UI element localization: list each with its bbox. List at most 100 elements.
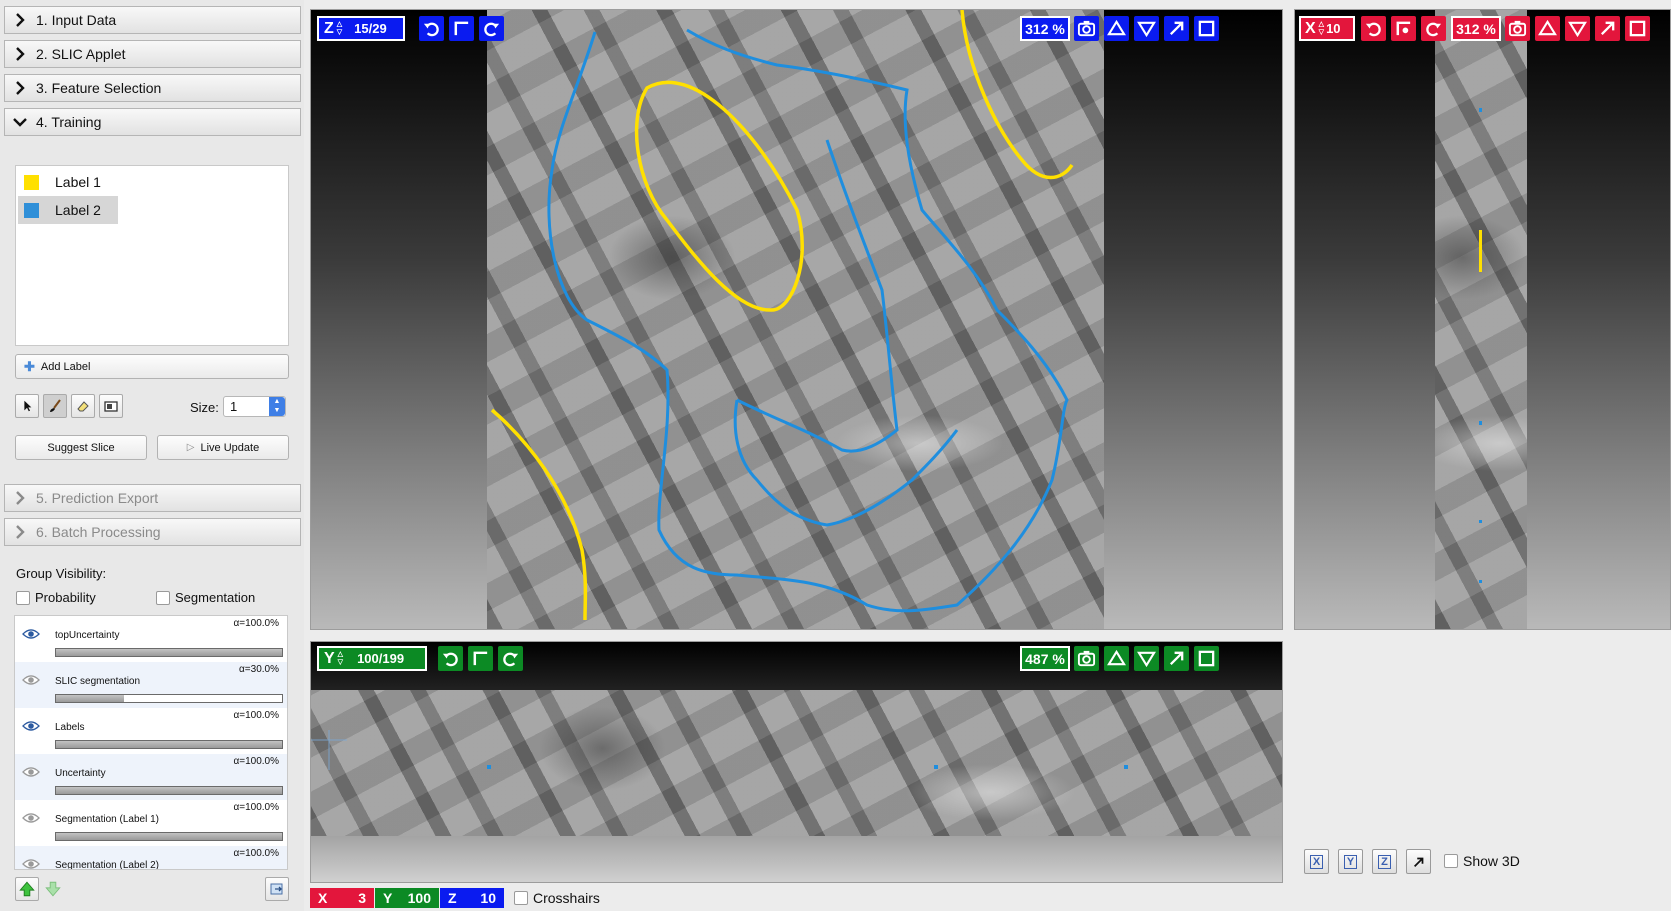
crosshairs-toggle[interactable]: Crosshairs: [514, 890, 600, 906]
y-slice-up-button[interactable]: [1104, 646, 1129, 671]
z-undo-button[interactable]: [419, 16, 444, 41]
move-layer-up-button[interactable]: [15, 877, 39, 901]
x-slice-up-button[interactable]: [1535, 16, 1560, 41]
y-annotation-overlay: [311, 730, 1128, 770]
segmentation-toggle[interactable]: Segmentation: [156, 590, 255, 605]
crosshairs-checkbox[interactable]: [514, 891, 528, 905]
suggest-slice-button[interactable]: Suggest Slice: [15, 435, 147, 460]
rectangle-icon: [104, 401, 118, 412]
eraser-tool-button[interactable]: [71, 394, 95, 418]
label-item-2[interactable]: Label 2: [18, 196, 118, 224]
y-slice-image[interactable]: [311, 690, 1282, 836]
z-maximize-button[interactable]: [1164, 16, 1189, 41]
z-redo-button[interactable]: [479, 16, 504, 41]
layer-name: Segmentation (Label 2): [55, 860, 159, 870]
applet-prediction-export[interactable]: 5. Prediction Export: [4, 484, 301, 512]
slice-spin-arrows-icon[interactable]: △ ▽: [337, 21, 342, 37]
layer-row[interactable]: SLIC segmentation α=30.0%: [15, 662, 287, 708]
layer-opacity-slider[interactable]: [55, 648, 283, 657]
z-slice-down-button[interactable]: [1134, 16, 1159, 41]
layer-opacity-slider[interactable]: [55, 832, 283, 841]
add-label-button[interactable]: ✚ Add Label: [15, 354, 289, 379]
eye-icon[interactable]: [22, 628, 40, 640]
x-maximize-button[interactable]: [1595, 16, 1620, 41]
x-view-button[interactable]: X: [1304, 849, 1329, 874]
x-slice-viewer[interactable]: X △ ▽ 10 312 %: [1294, 9, 1671, 630]
y-slice-counter: 100/199: [357, 651, 405, 666]
x-fullscreen-button[interactable]: [1625, 16, 1650, 41]
y-screenshot-button[interactable]: [1074, 646, 1099, 671]
layer-row[interactable]: Segmentation (Label 2) α=100.0%: [15, 846, 287, 870]
z-axis-slice-selector[interactable]: Z △ ▽ 15/29: [317, 16, 405, 41]
layer-opacity-slider[interactable]: [55, 786, 283, 795]
label-color-swatch[interactable]: [24, 174, 39, 190]
x-redo-button[interactable]: [1421, 16, 1446, 41]
probability-checkbox[interactable]: [16, 590, 30, 605]
move-layer-down-button[interactable]: [41, 877, 65, 901]
eye-icon[interactable]: [22, 812, 40, 824]
slice-spin-arrows-icon[interactable]: △ ▽: [338, 651, 343, 667]
z-slice-viewer[interactable]: Z △ ▽ 15/29 312 %: [310, 9, 1283, 630]
brush-tool-button[interactable]: [43, 394, 67, 418]
label-color-swatch[interactable]: [24, 202, 39, 218]
layer-row[interactable]: Uncertainty α=100.0%: [15, 754, 287, 800]
x-undo-button[interactable]: [1361, 16, 1386, 41]
spinbox-arrows-icon[interactable]: ▲ ▼: [269, 397, 285, 416]
layer-row[interactable]: topUncertainty α=100.0%: [15, 616, 287, 662]
reset-view-button[interactable]: [1406, 849, 1431, 874]
label-name: Label 1: [55, 174, 101, 190]
z-view-button[interactable]: Z: [1372, 849, 1397, 874]
x-axis-slice-selector[interactable]: X △ ▽ 10: [1299, 16, 1355, 41]
show-3d-checkbox[interactable]: [1444, 854, 1458, 868]
x-slice-counter: 10: [1326, 21, 1341, 36]
x-zoom-level[interactable]: 312 %: [1451, 16, 1501, 41]
layer-row[interactable]: Segmentation (Label 1) α=100.0%: [15, 800, 287, 846]
y-undo-button[interactable]: [438, 646, 463, 671]
z-screenshot-button[interactable]: [1074, 16, 1099, 41]
segmentation-checkbox[interactable]: [156, 590, 170, 605]
layer-row[interactable]: Labels α=100.0%: [15, 708, 287, 754]
x-screenshot-button[interactable]: [1505, 16, 1530, 41]
y-view-button[interactable]: Y: [1338, 849, 1363, 874]
y-slice-down-button[interactable]: [1134, 646, 1159, 671]
y-slice-viewer[interactable]: Y △ ▽ 100/199 487 %: [310, 641, 1283, 883]
layer-export-button[interactable]: [265, 877, 289, 901]
eye-icon[interactable]: [22, 766, 40, 778]
y-maximize-button[interactable]: [1164, 646, 1189, 671]
applet-feature-selection[interactable]: 3. Feature Selection: [4, 74, 301, 102]
y-zoom-level[interactable]: 487 %: [1020, 646, 1070, 671]
slice-spin-arrows-icon[interactable]: △ ▽: [1319, 21, 1324, 37]
layer-opacity-slider[interactable]: [55, 740, 283, 749]
z-slice-image[interactable]: [487, 10, 1104, 629]
applet-batch-processing[interactable]: 6. Batch Processing: [4, 518, 301, 546]
y-fullscreen-button[interactable]: [1194, 646, 1219, 671]
x-frame-button[interactable]: [1391, 16, 1416, 41]
triangle-up-icon: [1107, 19, 1126, 36]
brush-size-spinbox[interactable]: 1 ▲ ▼: [223, 396, 286, 417]
show-3d-toggle[interactable]: Show 3D: [1444, 853, 1520, 869]
probability-toggle[interactable]: Probability: [16, 590, 96, 605]
z-fullscreen-button[interactable]: [1194, 16, 1219, 41]
y-frame-button[interactable]: [468, 646, 493, 671]
applet-slic[interactable]: 2. SLIC Applet: [4, 40, 301, 68]
box-select-tool-button[interactable]: [99, 394, 123, 418]
applet-input-data[interactable]: 1. Input Data: [4, 6, 301, 34]
live-update-button[interactable]: ▷ Live Update: [157, 435, 289, 460]
label-item-1[interactable]: Label 1: [18, 168, 118, 196]
z-zoom-level[interactable]: 312 %: [1020, 16, 1070, 41]
y-redo-button[interactable]: [498, 646, 523, 671]
eye-icon[interactable]: [22, 858, 40, 870]
layer-opacity-slider[interactable]: [55, 694, 283, 703]
eye-icon[interactable]: [22, 674, 40, 686]
arrow-cursor-icon: [24, 400, 32, 412]
applet-training[interactable]: 4. Training: [4, 108, 301, 136]
x-slice-image[interactable]: [1435, 10, 1527, 629]
y-axis-slice-selector[interactable]: Y △ ▽ 100/199: [317, 646, 427, 671]
chevron-right-icon: [13, 81, 27, 95]
z-frame-button[interactable]: [449, 16, 474, 41]
x-slice-down-button[interactable]: [1565, 16, 1590, 41]
navigation-tool-button[interactable]: [15, 394, 39, 418]
undo-icon: [1365, 22, 1381, 37]
eye-icon[interactable]: [22, 720, 40, 732]
z-slice-up-button[interactable]: [1104, 16, 1129, 41]
